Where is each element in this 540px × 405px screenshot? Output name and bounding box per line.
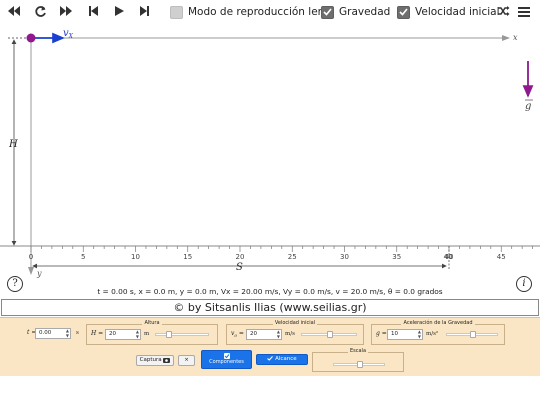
scale-title: Escala: [347, 348, 369, 354]
components-label: Componentes: [209, 359, 244, 365]
initial-velocity-label: Velocidad inicial: [415, 6, 500, 18]
height-title: Altura: [142, 320, 162, 326]
x-tick-label: 5: [81, 253, 85, 261]
projectile-ball[interactable]: [26, 33, 36, 43]
velocity-label: vX: [63, 28, 74, 40]
simulation-canvas[interactable]: x y H 0 5 10 15 20 25 30 35 40 4540 S vX g: [0, 24, 540, 300]
checkmark-icon: [323, 8, 332, 16]
landing-marker-label: 40: [444, 253, 453, 261]
capture-button[interactable]: Captura: [136, 355, 174, 366]
velocity-group: Velocidad inicial v0 = 20 ▲ ▼ m/s: [226, 320, 364, 345]
time-unit: s: [76, 330, 79, 336]
height-label: H: [8, 139, 18, 150]
time-input[interactable]: 0.00 ▲ ▼: [35, 328, 71, 339]
x-tick-label: 0: [29, 253, 33, 261]
rewind-icon[interactable]: [5, 2, 23, 20]
fast-forward-icon[interactable]: [57, 2, 75, 20]
velocity-slider[interactable]: [301, 331, 357, 338]
velocity-value: 20: [250, 331, 257, 337]
reload-icon[interactable]: [31, 2, 49, 20]
height-input-label: H =: [91, 330, 104, 337]
velocity-input-label: v0 =: [231, 330, 244, 339]
close-button[interactable]: ×: [178, 355, 195, 366]
height-input[interactable]: 20 ▲ ▼: [105, 329, 141, 340]
checkmark-icon: [399, 8, 408, 16]
range-label: S: [236, 262, 243, 273]
x-tick-label: 30: [340, 253, 349, 261]
shuffle-icon[interactable]: [494, 2, 512, 20]
camera-icon: [163, 357, 171, 363]
gravity-title: Aceleración de la Gravedad: [401, 320, 475, 326]
slow-motion-label: Modo de reproducción lenta: [188, 6, 335, 18]
height-value: 20: [109, 331, 116, 337]
spinner-arrows-icon[interactable]: ▲ ▼: [277, 329, 280, 339]
range-label-text: Alcance: [275, 356, 297, 362]
x-tick-label: 25: [288, 253, 297, 261]
toolbar: Modo de reproducción lenta Gravedad Velo…: [0, 0, 540, 24]
slider-thumb[interactable]: [165, 331, 172, 338]
x-tick-label: 15: [183, 253, 192, 261]
skip-back-icon[interactable]: [84, 2, 102, 20]
menu-icon[interactable]: [515, 2, 533, 20]
spinner-arrows-icon[interactable]: ▲ ▼: [66, 328, 69, 338]
gravity-label: g: [525, 101, 531, 112]
height-group: Altura H = 20 ▲ ▼ m: [86, 320, 218, 345]
velocity-unit: m/s: [285, 331, 295, 337]
gravity-checkbox[interactable]: [321, 5, 334, 19]
velocity-input[interactable]: 20 ▲ ▼: [246, 329, 282, 340]
slider-thumb[interactable]: [327, 331, 333, 338]
play-icon[interactable]: [110, 2, 128, 20]
gravity-label: Gravedad: [339, 6, 391, 18]
x-tick-label: 10: [131, 253, 140, 261]
slow-motion-toggle[interactable]: Modo de reproducción lenta: [170, 4, 335, 20]
velocity-title: Velocidad inicial: [272, 320, 318, 326]
scale-group: Escala: [312, 348, 404, 372]
initial-velocity-toggle[interactable]: Velocidad inicial: [397, 4, 500, 20]
gravity-unit: m/s²: [426, 331, 439, 337]
initial-velocity-checkbox[interactable]: [397, 5, 410, 19]
spinner-arrows-icon[interactable]: ▲ ▼: [418, 329, 421, 339]
y-axis-label: y: [36, 269, 42, 278]
gravity-toggle[interactable]: Gravedad: [321, 4, 390, 20]
spinner-arrows-icon[interactable]: ▲ ▼: [136, 329, 139, 339]
gravity-value: 10: [391, 331, 398, 337]
gravity-input-label: g =: [376, 330, 387, 337]
gravity-group: Aceleración de la Gravedad g = 10 ▲ ▼ m/s…: [371, 320, 505, 345]
slow-motion-checkbox[interactable]: [170, 5, 183, 19]
control-panel: t = 0.00 ▲ ▼ s Altura H = 20 ▲ ▼ m Velocid…: [0, 317, 540, 376]
slider-thumb[interactable]: [470, 331, 476, 338]
height-slider[interactable]: [155, 331, 209, 338]
gravity-input[interactable]: 10 ▲ ▼: [387, 329, 423, 340]
checkmark-icon: [267, 356, 274, 361]
slider-thumb[interactable]: [357, 361, 363, 368]
x-axis-label: x: [513, 33, 518, 42]
time-value: 0.00: [39, 330, 52, 336]
x-tick-label: 35: [392, 253, 401, 261]
credit-banner: © by Sitsanlis Ilias (www.seilias.gr): [1, 299, 539, 316]
range-button[interactable]: Alcance: [256, 354, 308, 365]
height-unit: m: [144, 331, 150, 337]
x-tick-label: 20: [236, 253, 245, 261]
x-axis-ticks: 0 5 10 15 20 25 30 35 40 4540: [29, 246, 533, 261]
components-button[interactable]: Componentes: [201, 350, 252, 369]
x-tick-label: 45: [497, 253, 506, 261]
status-readout: t = 0.00 s, x = 0.0 m, y = 0.0 m, Vx = 2…: [97, 287, 443, 296]
scale-slider[interactable]: [333, 361, 385, 368]
gravity-slider[interactable]: [446, 331, 498, 338]
skip-forward-icon[interactable]: [136, 2, 154, 20]
